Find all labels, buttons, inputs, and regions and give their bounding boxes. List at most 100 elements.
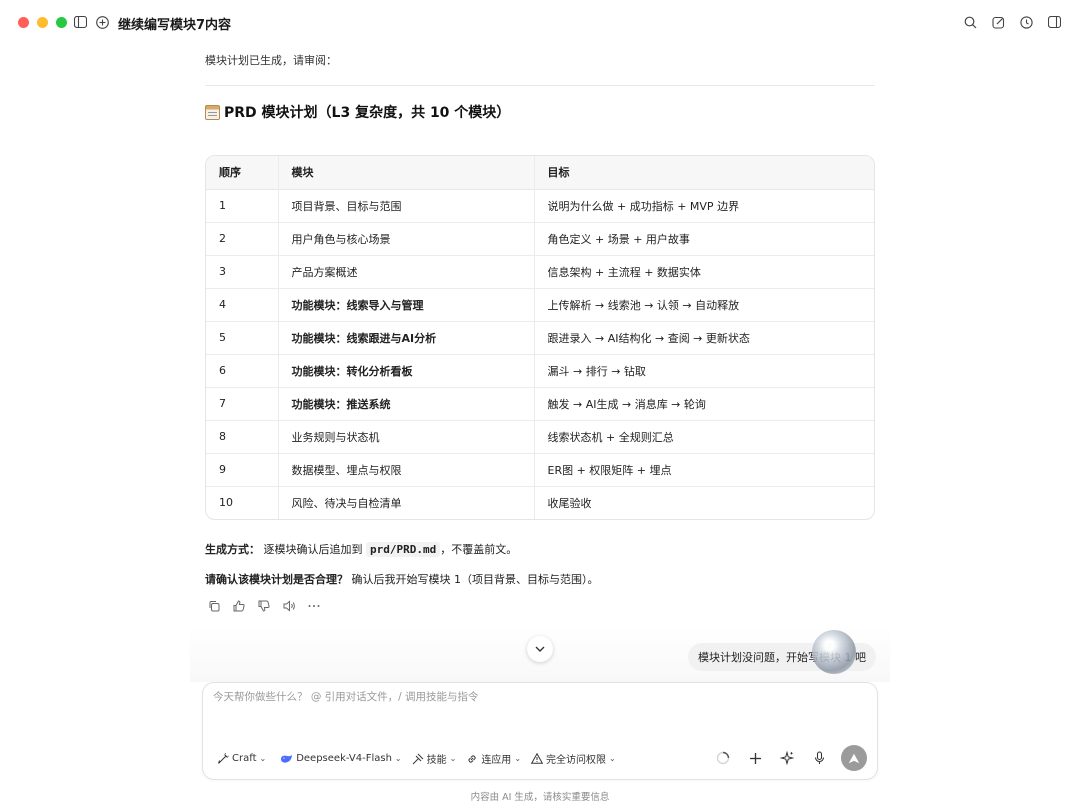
cell-order: 2 (206, 222, 278, 256)
speaker-icon[interactable] (282, 599, 296, 613)
divider (205, 85, 875, 86)
message-actions (207, 599, 321, 613)
chevron-down-icon (535, 646, 545, 652)
ai-disclaimer: 内容由 AI 生成，请核实重要信息 (470, 792, 610, 803)
message-input[interactable] (213, 691, 863, 703)
history-icon[interactable] (1018, 14, 1034, 30)
cell-order: 1 (206, 189, 278, 223)
model-selector[interactable]: Deepseek-V4-Flash ⌄ (280, 753, 402, 764)
cell-module: 产品方案概述 (277, 255, 534, 289)
table-row: 5 功能模块：线索跟进与AI分析 跟进录入 → AI结构化 → 查阅 → 更新状态 (206, 321, 874, 355)
composer-right-tools (713, 745, 867, 771)
generation-method: 生成方式： 逐模块确认后追加到 prd/PRD.md ，不覆盖前文。 (205, 541, 517, 557)
chevron-down-icon: ⌄ (449, 754, 457, 763)
table-row: 1 项目背景、目标与范围 说明为什么做 + 成功指标 + MVP 边界 (206, 189, 874, 223)
cell-goal: ER图 + 权限矩阵 + 埋点 (533, 453, 874, 487)
table-row: 6 功能模块：转化分析看板 漏斗 → 排行 → 钻取 (206, 354, 874, 388)
link-icon (468, 754, 476, 763)
generation-text-b: ，不覆盖前文。 (440, 543, 518, 556)
more-icon[interactable] (307, 599, 321, 613)
header-module: 模块 (277, 156, 534, 190)
composer: Craft ⌄ Deepseek-V4-Flash ⌄ 技能 ⌄ 连应用 ⌄ 完… (202, 682, 878, 780)
craft-icon (218, 752, 229, 764)
add-attachment-button[interactable] (745, 748, 765, 768)
table-row: 8 业务规则与状态机 线索状态机 + 全规则汇总 (206, 420, 874, 454)
chevron-down-icon: ⌄ (514, 754, 522, 763)
header-order: 顺序 (206, 156, 278, 190)
cell-module: 功能模块：线索跟进与AI分析 (277, 321, 534, 355)
header-goal: 目标 (533, 156, 874, 190)
cell-goal: 漏斗 → 排行 → 钻取 (533, 354, 874, 388)
table-row: 9 数据模型、埋点与权限 ER图 + 权限矩阵 + 埋点 (206, 453, 874, 487)
scroll-to-bottom-button[interactable] (527, 636, 553, 662)
cell-order: 3 (206, 255, 278, 289)
skills-label: 技能 (426, 755, 447, 766)
cell-module: 功能模块：线索导入与管理 (277, 288, 534, 322)
send-arrow-icon (848, 753, 860, 763)
thumbs-up-icon[interactable] (232, 599, 246, 613)
sidebar-toggle-icon[interactable] (72, 14, 88, 30)
confirm-label: 请确认该模块计划是否合理？ (205, 573, 348, 586)
chevron-down-icon: ⌄ (609, 754, 616, 763)
cell-order: 5 (206, 321, 278, 355)
copy-icon[interactable] (207, 599, 221, 613)
sparkle-button[interactable] (777, 748, 797, 768)
cell-module: 项目背景、目标与范围 (277, 189, 534, 223)
table-row: 2 用户角色与核心场景 角色定义 + 场景 + 用户故事 (206, 222, 874, 256)
module-plan-table: 顺序 模块 目标 1 项目背景、目标与范围 说明为什么做 + 成功指标 + MVP … (205, 155, 875, 520)
minimize-window-button[interactable] (37, 17, 48, 28)
close-window-button[interactable] (18, 17, 29, 28)
cell-order: 7 (206, 387, 278, 421)
window-controls (18, 17, 67, 28)
panel-toggle-icon[interactable] (1046, 14, 1062, 30)
table-row: 4 功能模块：线索导入与管理 上传解析 → 线索池 → 认领 → 自动释放 (206, 288, 874, 322)
search-icon[interactable] (962, 14, 978, 30)
chevron-down-icon: ⌄ (259, 754, 267, 763)
cell-module: 功能模块：转化分析看板 (277, 354, 534, 388)
generation-label: 生成方式： (205, 543, 260, 556)
table-row: 3 产品方案概述 信息架构 + 主流程 + 数据实体 (206, 255, 874, 289)
cell-order: 10 (219, 496, 233, 510)
skills-selector[interactable]: 技能 ⌄ (412, 751, 457, 766)
send-button[interactable] (841, 745, 867, 771)
cell-goal: 跟进录入 → AI结构化 → 查阅 → 更新状态 (533, 321, 874, 355)
plan-heading: PRD 模块计划（L3 复杂度，共 10 个模块） (205, 102, 510, 122)
new-chat-icon[interactable] (94, 14, 110, 30)
cell-order: 6 (206, 354, 278, 388)
file-path-code: prd/PRD.md (366, 542, 441, 557)
cell-module: 功能模块：推送系统 (277, 387, 534, 421)
cell-goal: 说明为什么做 + 成功指标 + MVP 边界 (533, 189, 874, 223)
window-title: 继续编写模块7内容 (118, 18, 232, 33)
microphone-icon (814, 751, 824, 764)
mode-selector[interactable]: Craft ⌄ (217, 752, 267, 765)
title-bar: 继续编写模块7内容 (0, 0, 1080, 46)
whale-icon (281, 754, 293, 763)
table-row: 10 风险、待决与自检清单 收尾验收 (206, 486, 874, 519)
cell-goal: 触发 → AI生成 → 消息库 → 轮询 (533, 387, 874, 421)
thumbs-down-icon[interactable] (257, 599, 271, 613)
cell-module: 数据模型、埋点与权限 (277, 453, 534, 487)
zoom-window-button[interactable] (56, 17, 67, 28)
loading-spinner-icon (713, 748, 733, 768)
voice-input-button[interactable] (809, 748, 829, 768)
permission-label: 完全访问权限 (546, 755, 607, 766)
edit-icon[interactable] (990, 14, 1006, 30)
cell-goal: 上传解析 → 线索池 → 认领 → 自动释放 (533, 288, 874, 322)
sparkle-icon (780, 751, 794, 765)
plan-title: PRD 模块计划（L3 复杂度，共 10 个模块） (224, 105, 511, 121)
apps-selector[interactable]: 连应用 ⌄ (466, 751, 521, 766)
permission-selector[interactable]: 完全访问权限 ⌄ (531, 751, 616, 766)
cell-order: 9 (206, 453, 278, 487)
generation-text-a: 逐模块确认后追加到 (263, 543, 363, 556)
skills-icon (412, 753, 423, 764)
cell-order: 8 (206, 420, 278, 454)
warning-icon (531, 753, 544, 764)
chevron-down-icon: ⌄ (394, 754, 402, 763)
cell-goal: 角色定义 + 场景 + 用户故事 (533, 222, 874, 256)
model-label: Deepseek-V4-Flash (296, 753, 392, 764)
confirm-text: 确认后我开始写模块 1（项目背景、目标与范围）。 (351, 573, 599, 586)
plus-icon (749, 752, 761, 764)
confirm-prompt: 请确认该模块计划是否合理？ 确认后我开始写模块 1（项目背景、目标与范围）。 (205, 571, 599, 587)
cell-goal: 线索状态机 + 全规则汇总 (533, 420, 874, 454)
mode-label: Craft (232, 753, 257, 764)
